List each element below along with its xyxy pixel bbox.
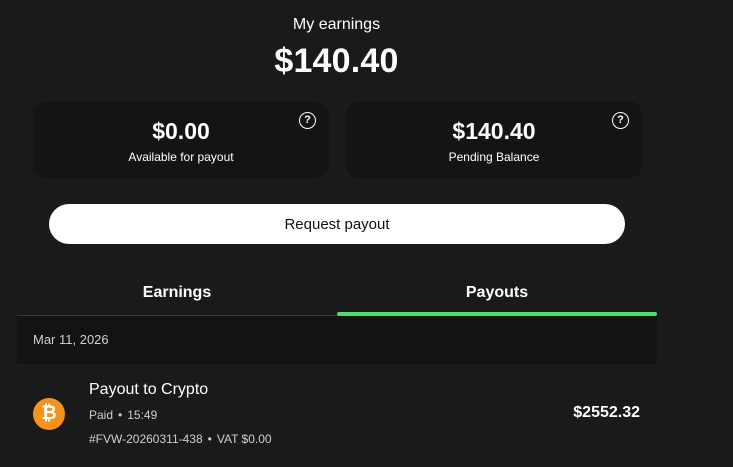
payout-amount: $2552.32 [573,404,640,421]
payout-list-item[interactable]: ₿ Payout to Crypto Paid • 15:49 #FVW-20260… [17,364,657,467]
pending-balance-card: $140.40 Pending Balance ? [346,101,642,179]
payout-reference-line: #FVW-20260311-438 • VAT $0.00 [89,432,272,446]
payout-status-line: Paid • 15:49 [89,408,157,422]
total-earnings: $140.40 [274,42,399,80]
payout-reference: #FVW-20260311-438 [89,432,203,446]
payout-time: 15:49 [127,408,158,422]
pending-label: Pending Balance [448,150,540,164]
available-for-payout-card: $0.00 Available for payout ? [33,101,329,179]
help-icon[interactable]: ? [299,112,316,129]
date-label: Mar 11, 2026 [33,332,109,347]
tab-payouts[interactable]: Payouts [337,272,657,316]
pending-amount: $140.40 [452,118,536,144]
earnings-page: My earnings $140.40 $0.00 Available for … [0,0,733,467]
tab-bar: Earnings Payouts [17,272,657,316]
date-group-header: Mar 11, 2026 [17,316,657,364]
payout-title: Payout to Crypto [89,381,209,398]
page-title: My earnings [292,16,381,33]
tab-earnings[interactable]: Earnings [17,272,337,316]
available-amount: $0.00 [152,118,210,144]
bitcoin-icon: ₿ [33,398,65,430]
request-payout-button[interactable]: Request payout [49,204,625,244]
available-label: Available for payout [128,150,234,164]
separator: • [207,432,212,446]
separator: • [118,408,123,422]
help-icon[interactable]: ? [612,112,629,129]
payout-vat: VAT $0.00 [216,432,272,446]
payout-status: Paid [89,408,114,422]
